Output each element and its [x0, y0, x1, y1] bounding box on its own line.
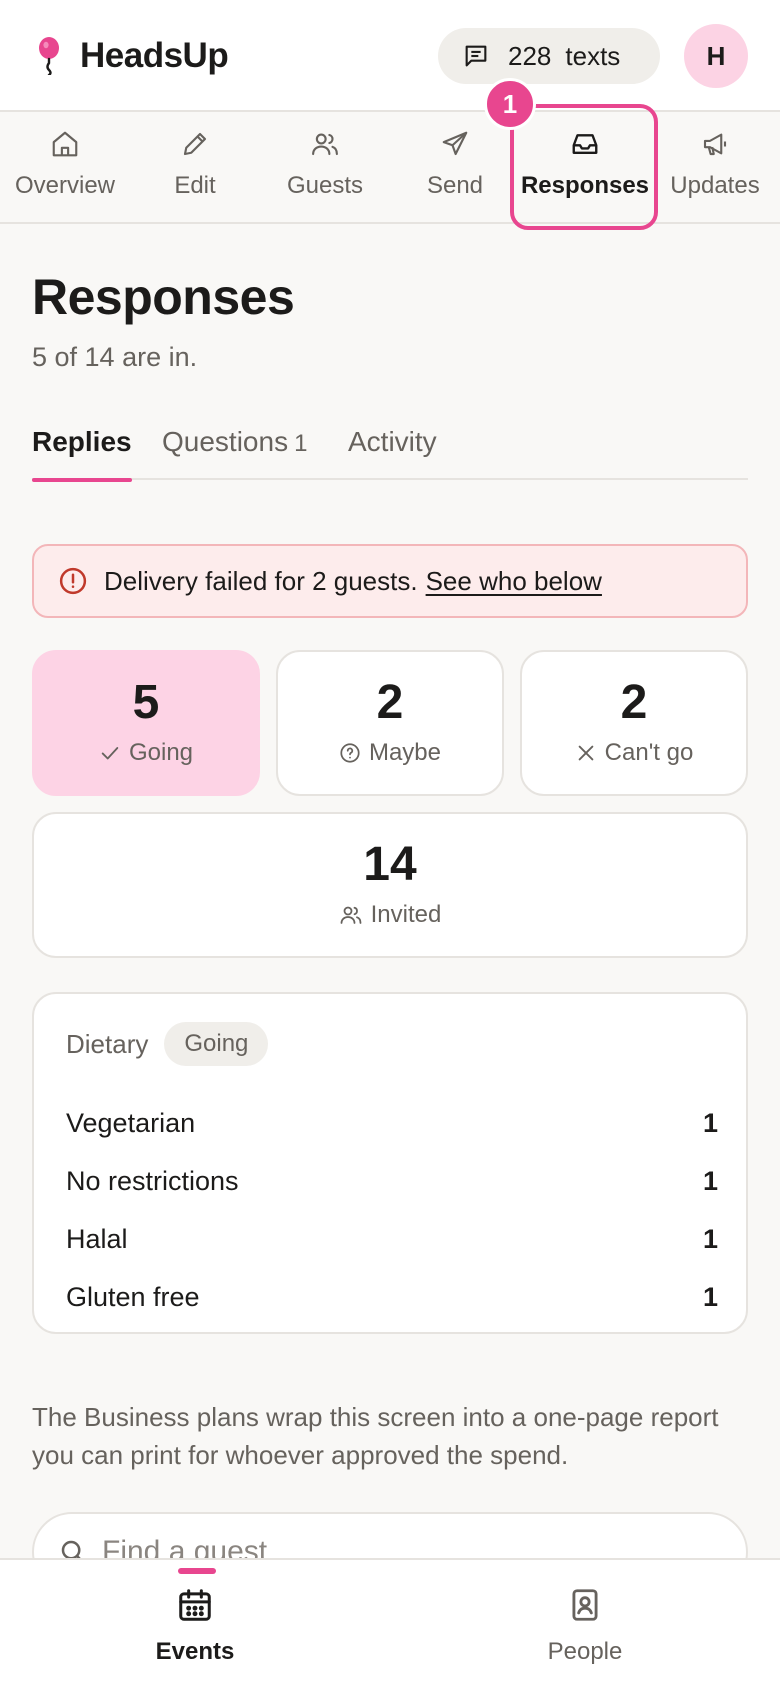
megaphone-icon	[700, 128, 730, 160]
bottom-nav: Events People	[0, 1558, 780, 1688]
tab-replies[interactable]: Replies	[32, 426, 132, 482]
users-icon	[339, 903, 363, 927]
dietary-row-label: Gluten free	[66, 1282, 200, 1312]
dietary-title: Dietary	[66, 1028, 149, 1059]
stat-cant-go[interactable]: 2 Can't go	[520, 650, 748, 796]
user-avatar[interactable]: H	[684, 24, 748, 88]
question-circle-icon	[339, 742, 361, 764]
x-icon	[575, 742, 597, 764]
cant-go-count: 2	[620, 676, 648, 729]
nav-updates[interactable]: Updates	[650, 114, 780, 222]
response-tabs: Replies Questions 1 Activity	[32, 420, 748, 482]
pencil-icon	[180, 128, 210, 160]
tab-questions-count: 1	[294, 430, 308, 457]
text-credits-button[interactable]: 228 texts	[438, 28, 660, 84]
users-icon	[310, 128, 340, 160]
dietary-row-label: Vegetarian	[66, 1108, 196, 1138]
nav-edit[interactable]: Edit	[130, 114, 260, 222]
alert-message: Delivery failed for 2 guests.	[104, 565, 418, 596]
message-icon	[462, 42, 490, 70]
delivery-failed-alert: Delivery failed for 2 guests. See who bel…	[32, 544, 748, 618]
nav-send[interactable]: Send	[390, 114, 520, 222]
dietary-row-value: 1	[702, 1224, 718, 1254]
brand-name: HeadsUp	[80, 36, 229, 75]
home-icon	[50, 128, 80, 160]
event-nav: Overview Edit Guests Send Responses Upda…	[0, 114, 780, 224]
inbox-icon	[570, 128, 600, 160]
invited-label: Invited	[370, 901, 442, 928]
page-subtitle: 5 of 14 are in.	[32, 342, 198, 372]
nav-responses-label: Responses	[520, 172, 650, 199]
bottom-nav-events[interactable]: Events	[0, 1560, 390, 1688]
nav-guests[interactable]: Guests	[260, 114, 390, 222]
check-icon	[99, 742, 121, 764]
maybe-label: Maybe	[368, 739, 442, 766]
tab-questions[interactable]: Questions 1	[162, 426, 307, 480]
tab-activity[interactable]: Activity	[348, 426, 437, 480]
nav-overview-label: Overview	[14, 172, 116, 199]
brand-logo[interactable]: HeadsUp	[36, 36, 229, 76]
dietary-card: Dietary Going Vegetarian 1 No restrictio…	[32, 992, 748, 1334]
balloon-icon	[36, 37, 62, 75]
dietary-row-value: 1	[702, 1166, 718, 1196]
going-label: Going	[128, 739, 194, 766]
bottom-nav-people-label: People	[547, 1638, 623, 1665]
maybe-count: 2	[376, 676, 404, 729]
dietary-row-label: No restrictions	[66, 1166, 239, 1196]
send-icon	[440, 128, 470, 160]
nav-send-label: Send	[426, 172, 484, 199]
tab-questions-label: Questions	[162, 426, 289, 457]
alert-circle-icon	[58, 566, 88, 596]
credits-unit: texts	[565, 40, 621, 71]
dietary-row: Vegetarian 1	[66, 1108, 718, 1139]
invited-count: 14	[363, 838, 417, 891]
credits-count: 228	[508, 40, 552, 71]
nav-updates-label: Updates	[670, 172, 760, 199]
nav-guests-label: Guests	[286, 172, 364, 199]
stat-going[interactable]: 5 Going	[32, 650, 260, 796]
cant-go-label: Can't go	[604, 739, 694, 766]
alert-text: Delivery failed for 2 guests. See who bel…	[104, 566, 602, 597]
bottom-nav-events-label: Events	[155, 1638, 235, 1665]
dietary-row: Gluten free 1	[66, 1282, 718, 1313]
going-count: 5	[132, 676, 160, 729]
calendar-icon	[176, 1586, 214, 1624]
dietary-row-value: 1	[702, 1282, 718, 1312]
nav-edit-label: Edit	[174, 172, 216, 199]
app-header: HeadsUp 228 texts H	[0, 0, 780, 112]
page-title: Responses	[32, 269, 295, 325]
business-plan-upsell: The Business plans wrap this screen into…	[32, 1402, 719, 1470]
step-badge: 1	[484, 78, 536, 130]
stat-maybe[interactable]: 2 Maybe	[276, 650, 504, 796]
dietary-row-value: 1	[702, 1108, 718, 1138]
nav-responses[interactable]: Responses	[520, 114, 650, 222]
dietary-row: No restrictions 1	[66, 1166, 718, 1197]
dietary-row: Halal 1	[66, 1224, 718, 1255]
bottom-nav-people[interactable]: People	[390, 1560, 780, 1688]
dietary-filter-pill[interactable]: Going	[164, 1022, 269, 1066]
stat-invited[interactable]: 14 Invited	[32, 812, 748, 958]
dietary-row-label: Halal	[66, 1224, 128, 1254]
see-who-link[interactable]: See who below	[426, 566, 602, 596]
nav-overview[interactable]: Overview	[0, 114, 130, 222]
contact-book-icon	[566, 1586, 604, 1624]
